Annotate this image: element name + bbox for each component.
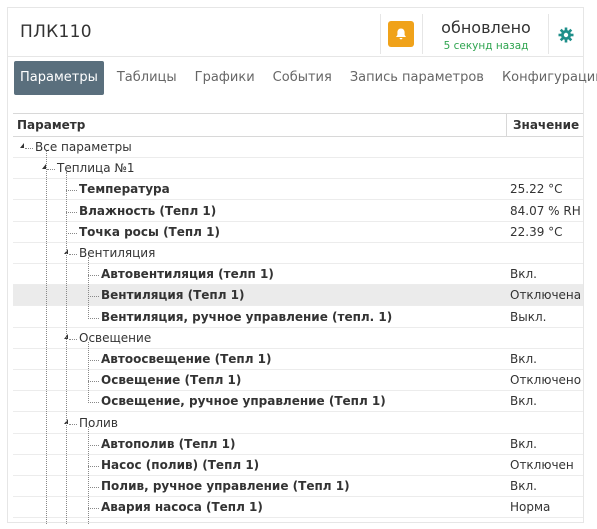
status-time: 5 секунд назад	[443, 40, 529, 52]
parameter-name: Вентиляция	[79, 246, 156, 260]
parameter-value: Норма	[510, 500, 551, 515]
table-row[interactable]: Полив, ручное управление (Тепл 1) Вкл.	[13, 476, 583, 498]
parameter-value: Вкл.	[510, 479, 537, 494]
table-row[interactable]: Автовентиляция (телп 1) Вкл.	[13, 264, 583, 286]
table-row[interactable]: Освещение (Тепл 1) Отключено	[13, 370, 583, 392]
parameter-value: Отключен	[510, 458, 574, 472]
tab-3[interactable]: События	[264, 61, 341, 95]
parameter-name: Вентиляция, ручное управление (тепл. 1)	[101, 309, 393, 324]
parameter-value: Вкл.	[510, 352, 537, 366]
tree-guide	[88, 487, 99, 489]
table-row[interactable]: Автоосвещение (Тепл 1) Вкл.	[13, 349, 583, 370]
tree-guide	[25, 148, 33, 149]
tree-guide	[88, 360, 99, 361]
tabs-divider	[8, 56, 584, 57]
column-resizer[interactable]	[506, 114, 507, 136]
tree-group-row[interactable]: Все параметры	[13, 137, 583, 158]
table-row[interactable]: Вентиляция (Тепл 1) Отключена	[13, 285, 583, 307]
tree-guide	[88, 466, 99, 467]
parameter-name: Автоосвещение (Тепл 1)	[101, 352, 272, 366]
tree-guide	[88, 444, 99, 446]
parameter-value: Выкл.	[510, 309, 547, 324]
tree-guide	[88, 381, 99, 383]
parameter-value: Вкл.	[510, 267, 537, 282]
parameter-value: Отключена	[510, 288, 582, 303]
header-divider	[422, 14, 423, 54]
table-row[interactable]: Насос (полив) (Тепл 1) Отключен	[13, 455, 583, 476]
tree-guide	[69, 338, 77, 340]
tree-guide	[66, 232, 77, 234]
tab-0[interactable]: Параметры	[14, 61, 104, 95]
column-header-value[interactable]: Значение	[513, 118, 579, 132]
table-row[interactable]: Температура 25.22 °C	[13, 179, 583, 201]
parameter-name: Автополив (Тепл 1)	[101, 436, 236, 451]
parameter-name: Насос (полив) (Тепл 1)	[101, 458, 260, 472]
parameter-name: Вентиляция (Тепл 1)	[101, 288, 245, 303]
tree-group-row[interactable]: Теплица №1	[13, 158, 583, 180]
tree-group-row[interactable]: Освещение	[13, 328, 583, 349]
expand-toggle-icon[interactable]	[20, 143, 24, 148]
parameter-name: Все параметры	[35, 140, 132, 154]
tree-guide	[66, 190, 77, 192]
tree-guide	[69, 254, 77, 255]
table-row[interactable]: Авария насоса (Тепл 1) Норма	[13, 497, 583, 519]
parameter-value: 84.07 % RH	[510, 203, 581, 218]
parameter-name: Освещение (Тепл 1)	[101, 373, 242, 388]
tree-guide	[88, 275, 99, 277]
status-text: обновлено	[441, 18, 531, 37]
update-status: обновлено 5 секунд назад	[424, 18, 548, 53]
tree-guide	[66, 172, 67, 524]
parameter-name: Полив, ручное управление (Тепл 1)	[101, 479, 350, 494]
header-divider	[380, 14, 381, 54]
parameter-name: Авария насоса (Тепл 1)	[101, 500, 263, 515]
tree-guide	[88, 296, 99, 298]
table-header: Параметр Значение	[13, 114, 583, 137]
alarm-button[interactable]	[388, 21, 414, 47]
tree-guide	[88, 317, 99, 319]
device-title: ПЛК110	[20, 22, 92, 42]
parameter-name: Освещение	[79, 330, 152, 345]
parameter-name: Влажность (Тепл 1)	[79, 203, 217, 218]
table-row[interactable]: Автополив (Тепл 1) Вкл.	[13, 434, 583, 455]
parameter-name: Полив	[79, 415, 118, 430]
tree-guide	[69, 423, 77, 425]
column-header-param[interactable]: Параметр	[17, 118, 85, 132]
parameter-name: Автовентиляция (телп 1)	[101, 267, 274, 282]
tree-group-row[interactable]: Полив	[13, 413, 583, 434]
tree-guide	[88, 402, 99, 404]
parameter-value: Отключено	[510, 373, 582, 388]
tree-guide	[88, 508, 99, 510]
gear-icon[interactable]	[558, 27, 574, 43]
parameter-value: 22.39 °C	[510, 224, 563, 239]
header-divider	[548, 14, 549, 54]
parameters-table: Параметр Значение Все параметры Теплица №…	[13, 113, 583, 524]
tab-5[interactable]: Конфигурации	[493, 61, 597, 95]
tree-guide	[47, 169, 55, 171]
parameter-name: Освещение, ручное управление (Тепл 1)	[101, 394, 386, 409]
table-row[interactable]: Точка росы (Тепл 1) 22.39 °C	[13, 222, 583, 243]
parameter-name: Температура	[79, 182, 170, 197]
table-row[interactable]: Влажность (Тепл 1) 84.07 % RH	[13, 201, 583, 222]
tab-bar: Параметры Таблицы Графики События Запись пар…	[14, 60, 597, 96]
table-row[interactable]: Вентиляция, ручное управление (тепл. 1) В…	[13, 307, 583, 328]
parameter-value: Вкл.	[510, 436, 537, 451]
tree-guide	[66, 211, 77, 213]
tree-guide	[88, 341, 89, 404]
parameter-name: Теплица №1	[57, 161, 135, 176]
tab-4[interactable]: Запись параметров	[341, 61, 493, 95]
tab-1[interactable]: Таблицы	[108, 61, 186, 95]
parameter-value: 25.22 °C	[510, 182, 563, 197]
tree-guide	[88, 426, 89, 524]
parameter-name: Точка росы (Тепл 1)	[79, 224, 220, 239]
tab-2[interactable]: Графики	[186, 61, 264, 95]
bell-icon	[396, 28, 406, 40]
tree-group-row[interactable]: Вентиляция	[13, 243, 583, 264]
parameter-value: Вкл.	[510, 394, 537, 409]
table-row[interactable]: Освещение, ручное управление (Тепл 1) Вкл…	[13, 391, 583, 413]
tree-guide	[46, 151, 47, 524]
tree-guide	[88, 257, 89, 319]
